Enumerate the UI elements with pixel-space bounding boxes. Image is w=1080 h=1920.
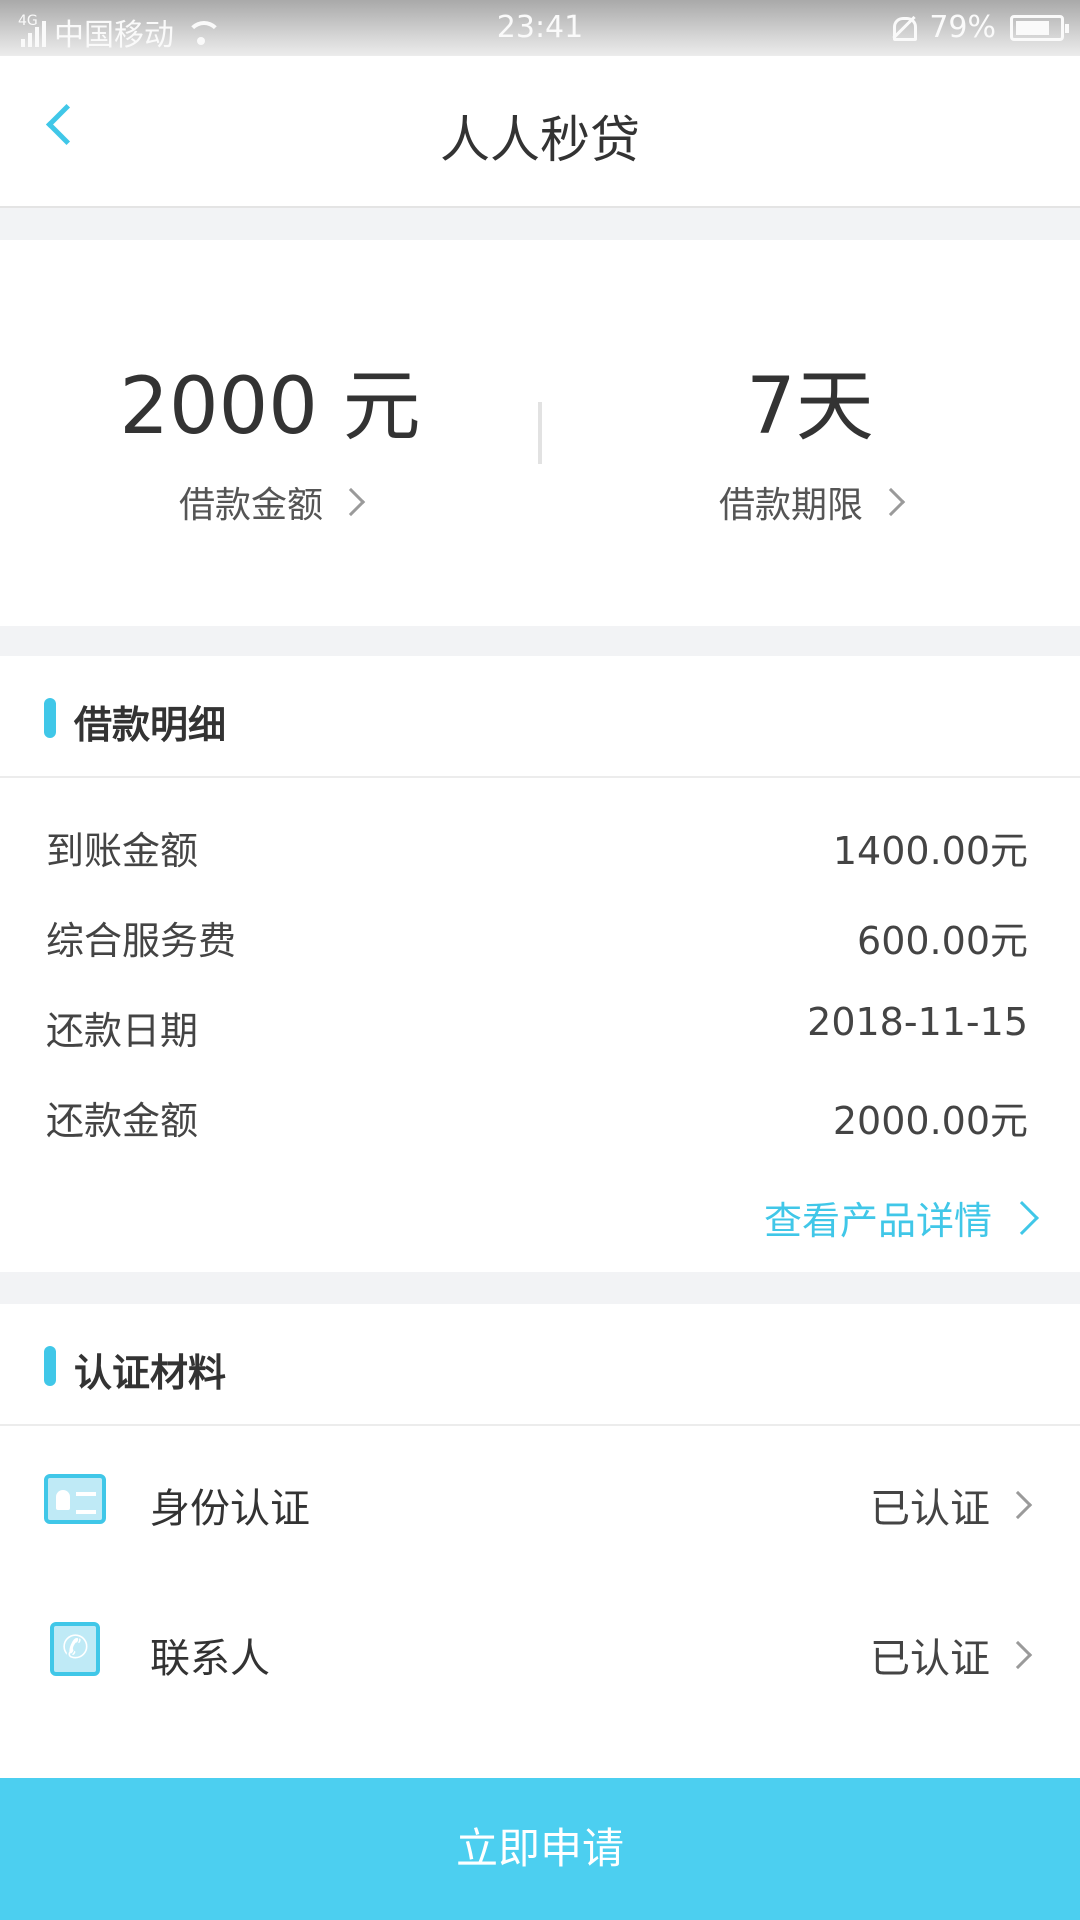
- loan-term-label: 借款期限: [718, 485, 863, 526]
- detail-value: 600.00元: [857, 919, 1028, 963]
- detail-value: 2000.00元: [832, 1099, 1028, 1143]
- detail-value: 1400.00元: [832, 829, 1028, 873]
- cert-status-text: 已认证: [870, 1486, 990, 1532]
- cert-label: 联系人: [150, 1636, 270, 1682]
- loan-summary-card: 2000 元 借款金额 7天 借款期限: [0, 240, 1080, 626]
- detail-value: 2018-11-15: [807, 1000, 1028, 1044]
- loan-amount-label-row: 借款金额: [0, 476, 540, 528]
- cert-status: 已认证: [870, 1626, 1033, 1684]
- detail-row: 到账金额 1400.00元: [46, 820, 1028, 873]
- loan-term-label-row: 借款期限: [540, 476, 1080, 528]
- certification-section: 认证材料 身份认证 已认证 联系人 已认证: [0, 1304, 1080, 1778]
- loan-term-selector[interactable]: 7天 借款期限: [540, 240, 1080, 626]
- apply-now-button[interactable]: 立即申请: [0, 1778, 1080, 1920]
- battery-percent: 79%: [929, 10, 996, 45]
- loan-amount-value: 2000 元: [119, 362, 421, 452]
- cert-item-identity[interactable]: 身份认证 已认证: [0, 1444, 1080, 1564]
- battery-icon: [1010, 14, 1069, 41]
- cert-status: 已认证: [870, 1476, 1033, 1534]
- product-details-link[interactable]: 查看产品详情: [763, 1190, 1039, 1245]
- chevron-right-icon: [1003, 1490, 1033, 1520]
- chevron-right-icon: [1003, 1640, 1033, 1670]
- contacts-icon: [50, 1622, 100, 1676]
- loan-term-value: 7天: [746, 362, 874, 452]
- section-header: 借款明细: [0, 656, 1080, 778]
- product-details-label: 查看产品详情: [763, 1199, 992, 1243]
- id-card-icon: [44, 1474, 106, 1524]
- nav-bar: 人人秒贷: [0, 56, 1080, 208]
- screen: 4G 中国移动 23:41 79% 人人秒贷 2000 元 借款金额 7天 借款…: [0, 0, 1080, 1920]
- status-bar: 4G 中国移动 23:41 79%: [0, 0, 1080, 56]
- status-right: 79%: [889, 10, 1069, 45]
- loan-details-section: 借款明细 到账金额 1400.00元 综合服务费 600.00元 还款日期 20…: [0, 656, 1080, 1272]
- detail-label: 还款金额: [46, 1099, 199, 1143]
- detail-label: 综合服务费: [46, 919, 237, 963]
- loan-amount-label: 借款金额: [178, 485, 323, 526]
- detail-row: 还款金额 2000.00元: [46, 1090, 1028, 1143]
- section-title: 认证材料: [74, 1351, 227, 1395]
- section-header: 认证材料: [0, 1304, 1080, 1426]
- detail-label: 还款日期: [46, 1009, 199, 1053]
- section-title: 借款明细: [74, 703, 227, 747]
- cert-label: 身份认证: [150, 1486, 310, 1532]
- cert-status-text: 已认证: [870, 1636, 990, 1682]
- detail-label: 到账金额: [46, 829, 199, 873]
- chevron-right-icon: [336, 487, 366, 517]
- section-accent-bar: [44, 1346, 56, 1386]
- section-accent-bar: [44, 698, 56, 738]
- mute-icon: [889, 14, 918, 42]
- chevron-right-icon: [1005, 1200, 1039, 1235]
- loan-amount-selector[interactable]: 2000 元 借款金额: [0, 240, 540, 626]
- page-title: 人人秒贷: [440, 111, 640, 169]
- detail-row: 还款日期 2018-11-15: [46, 1000, 1028, 1053]
- chevron-right-icon: [876, 487, 906, 517]
- detail-row: 综合服务费 600.00元: [46, 910, 1028, 963]
- cert-item-contacts[interactable]: 联系人 已认证: [0, 1594, 1080, 1714]
